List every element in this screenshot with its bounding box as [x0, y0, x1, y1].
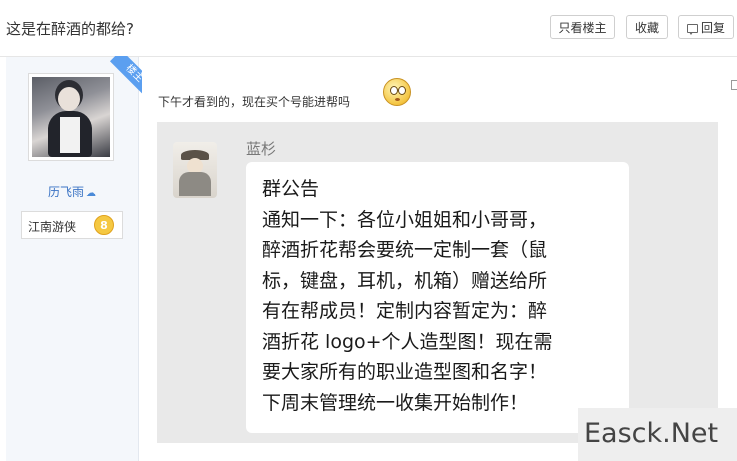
op-ribbon: 楼主 [102, 56, 142, 96]
op-ribbon-label: 楼主 [109, 56, 142, 96]
chat-sender-avatar [173, 142, 217, 198]
favorite-button[interactable]: 收藏 [626, 15, 668, 39]
reply-button[interactable]: 回复 [678, 15, 734, 39]
rank-label: 江南游侠 [28, 220, 77, 234]
author-sidebar: 楼主 历飞雨 ☁ 江南游侠 8 [6, 56, 142, 461]
avatar-image [32, 77, 110, 157]
surprised-face-icon [383, 78, 411, 106]
author-name-text: 历飞雨 [47, 185, 84, 199]
chat-message-text: 群公告 通知一下：各位小姐姐和小哥哥， 醉酒折花帮会要统一定制一套（鼠 标，键盘… [262, 178, 553, 414]
embedded-chat-screenshot: 蓝杉 群公告 通知一下：各位小姐姐和小哥哥， 醉酒折花帮会要统一定制一套（鼠 标… [157, 122, 718, 443]
watermark-text: Easck.Net [584, 418, 719, 449]
rank-badge: 江南游侠 8 [21, 211, 123, 239]
chat-message-bubble: 群公告 通知一下：各位小姐姐和小哥哥， 醉酒折花帮会要统一定制一套（鼠 标，键盘… [246, 162, 629, 433]
level-badge: 8 [94, 215, 114, 235]
reply-icon [686, 24, 698, 35]
reply-label: 回复 [700, 21, 725, 35]
only-op-button[interactable]: 只看楼主 [550, 15, 615, 39]
thread-header: 这是在醉酒的都给? 只看楼主 收藏 回复 [0, 0, 737, 57]
thread-title: 这是在醉酒的都给? [6, 20, 134, 38]
post-body-text: 下午才看到的，现在买个号能进帮吗 [158, 95, 351, 109]
chat-sender-name: 蓝杉 [246, 140, 277, 158]
post-menu-icon[interactable] [731, 80, 737, 90]
watermark: Easck.Net [578, 408, 737, 461]
author-name[interactable]: 历飞雨 ☁ [36, 183, 108, 200]
cloud-icon: ☁ [86, 188, 96, 199]
